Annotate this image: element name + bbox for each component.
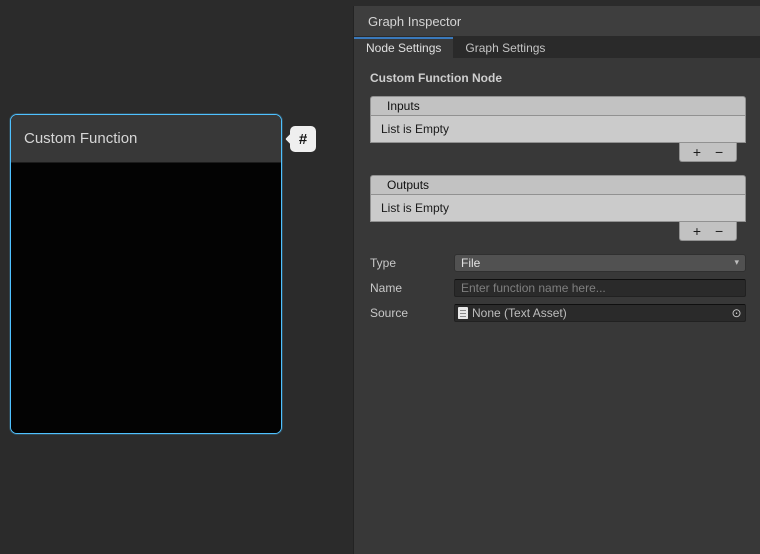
function-name-input[interactable] [454, 279, 746, 297]
node-header[interactable]: Custom Function [11, 115, 281, 163]
node-doc-badge[interactable]: # [290, 126, 316, 152]
inputs-add-button[interactable]: + [693, 145, 701, 159]
custom-function-node[interactable]: Custom Function [10, 114, 282, 434]
name-label: Name [370, 281, 454, 295]
inputs-empty-label: List is Empty [381, 122, 449, 136]
node-body [11, 163, 281, 434]
tab-graph-settings[interactable]: Graph Settings [453, 37, 557, 58]
outputs-empty-label: List is Empty [381, 201, 449, 215]
inspector-tabbar: Node Settings Graph Settings [354, 37, 760, 58]
inspector-title: Graph Inspector [368, 14, 461, 29]
node-title: Custom Function [24, 130, 137, 147]
outputs-remove-button[interactable]: − [715, 224, 723, 238]
tab-graph-settings-label: Graph Settings [465, 41, 545, 55]
tab-node-settings-label: Node Settings [366, 41, 441, 55]
type-dropdown-value: File [461, 256, 480, 270]
source-row: Source None (Text Asset) ⊙ [370, 303, 746, 322]
inputs-list: Inputs List is Empty + − [370, 96, 746, 162]
name-row: Name [370, 278, 746, 297]
inputs-list-header: Inputs [370, 96, 746, 116]
source-label: Source [370, 306, 454, 320]
outputs-list-header-label: Outputs [387, 178, 429, 192]
inputs-footer-buttons: + − [679, 143, 737, 162]
outputs-footer-buttons: + − [679, 222, 737, 241]
hash-icon: # [299, 131, 307, 148]
source-object-value: None (Text Asset) [472, 306, 567, 320]
inspector-title-bar: Graph Inspector [354, 6, 760, 37]
object-picker-icon[interactable]: ⊙ [728, 305, 745, 321]
inputs-list-header-label: Inputs [387, 99, 420, 113]
type-row: Type File ▾ [370, 253, 746, 272]
outputs-list-header: Outputs [370, 175, 746, 195]
section-title: Custom Function Node [370, 71, 744, 85]
graph-inspector-panel: Graph Inspector Node Settings Graph Sett… [353, 6, 760, 554]
outputs-list-footer: + − [370, 222, 746, 241]
outputs-list: Outputs List is Empty + − [370, 175, 746, 241]
type-dropdown[interactable]: File ▾ [454, 254, 746, 272]
property-rows: Type File ▾ Name Source None (Text Asset… [354, 253, 760, 322]
inputs-list-empty: List is Empty [370, 116, 746, 143]
type-label: Type [370, 256, 454, 270]
outputs-list-empty: List is Empty [370, 195, 746, 222]
inputs-list-footer: + − [370, 143, 746, 162]
outputs-add-button[interactable]: + [693, 224, 701, 238]
tab-node-settings[interactable]: Node Settings [354, 37, 453, 58]
inputs-remove-button[interactable]: − [715, 145, 723, 159]
source-object-field[interactable]: None (Text Asset) ⊙ [454, 304, 746, 322]
chevron-down-icon: ▾ [734, 257, 739, 268]
text-asset-icon [458, 307, 468, 319]
